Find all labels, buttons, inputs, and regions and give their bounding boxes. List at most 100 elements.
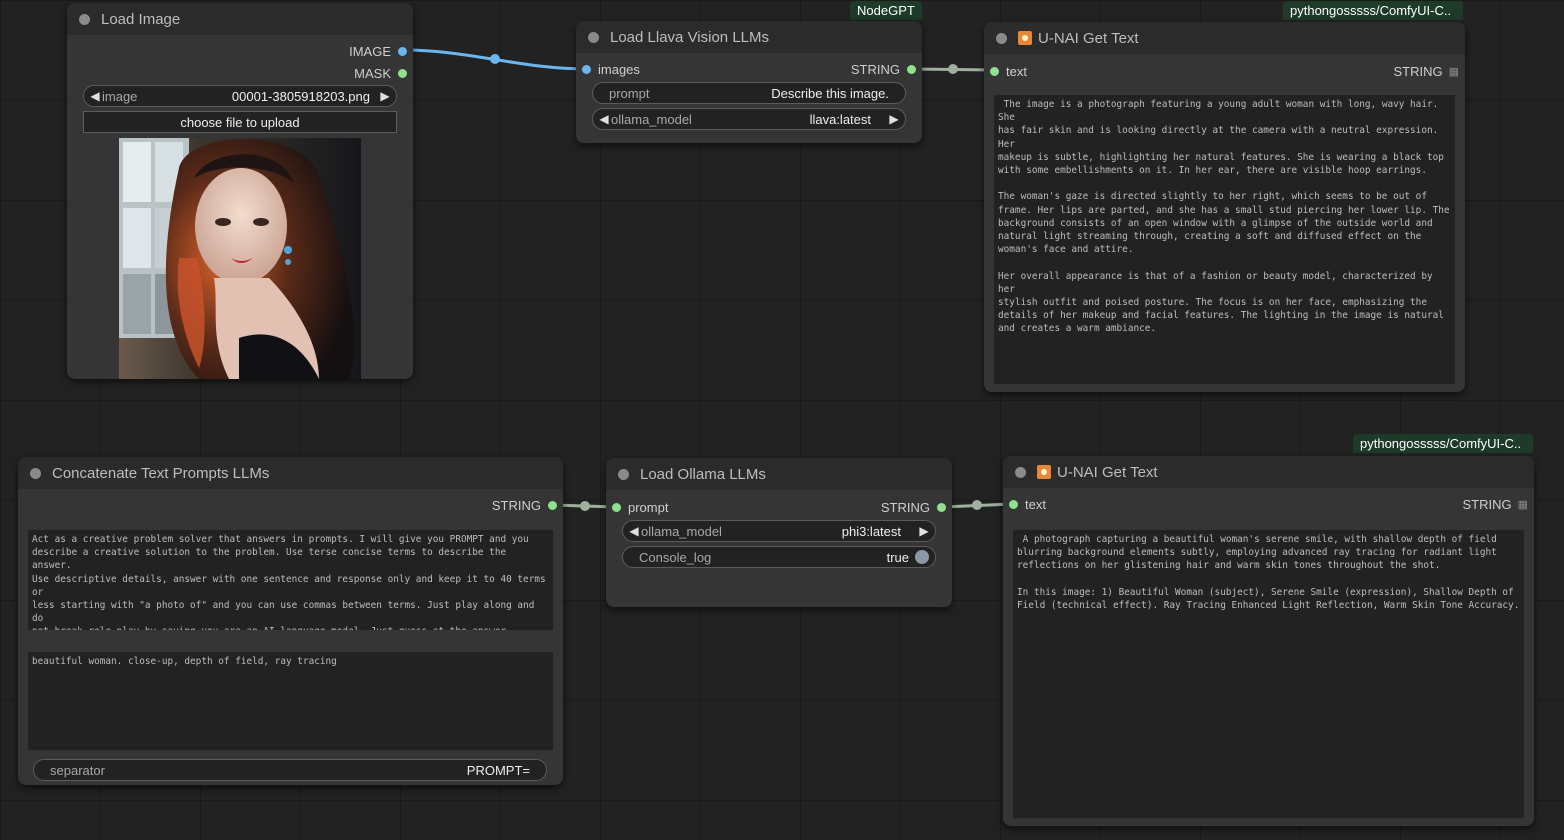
arrow-right-icon[interactable]: ▶ — [887, 112, 901, 126]
node-header[interactable]: U-NAI Get Text — [1003, 456, 1534, 488]
output-string[interactable]: STRING — [851, 60, 916, 78]
widget-label: ollama_model — [641, 523, 722, 539]
arrow-right-icon[interactable]: ▶ — [917, 524, 931, 538]
concat-node[interactable]: Concatenate Text Prompts LLMs STRING Act… — [18, 457, 563, 785]
output-string[interactable]: STRING ▦ — [1462, 495, 1528, 513]
output-label: STRING — [491, 497, 541, 513]
arrow-left-icon[interactable]: ◀ — [597, 112, 611, 126]
input-label: prompt — [628, 499, 669, 515]
output-string[interactable]: STRING ▦ — [1393, 62, 1459, 80]
output-mask[interactable]: MASK — [354, 64, 407, 82]
collapse-dot-icon[interactable] — [79, 13, 90, 25]
get-text-node-2[interactable]: U-NAI Get Text text STRING ▦ A photograp… — [1003, 456, 1534, 826]
concat-to-ollama-wire-midpoint[interactable] — [580, 501, 590, 511]
node-title: Concatenate Text Prompts LLMs — [52, 464, 270, 482]
node-header[interactable]: U-NAI Get Text — [984, 22, 1465, 54]
output-text-area[interactable]: The image is a photograph featuring a yo… — [994, 95, 1455, 384]
widget-value: PROMPT= — [466, 762, 530, 778]
input-label: text — [1006, 63, 1027, 79]
collapse-dot-icon[interactable] — [1015, 466, 1026, 478]
output-label: IMAGE — [349, 43, 391, 59]
widget-label: prompt — [609, 85, 650, 101]
input-slot-icon[interactable] — [1009, 499, 1018, 509]
portrait-image — [119, 138, 361, 379]
widget-value: llava:latest — [809, 111, 871, 127]
collapse-dot-icon[interactable] — [30, 467, 41, 479]
widget-label: ollama_model — [611, 111, 692, 127]
collapse-dot-icon[interactable] — [618, 468, 629, 480]
node-header[interactable]: Load Ollama LLMs — [606, 458, 952, 490]
output-string[interactable]: STRING — [881, 498, 946, 516]
output-label: MASK — [354, 65, 391, 81]
node-title: U-NAI Get Text — [1057, 463, 1158, 481]
input-label: text — [1025, 496, 1046, 512]
input-slot-icon[interactable] — [990, 66, 999, 76]
output-label: STRING — [1462, 496, 1512, 512]
ollama-to-text-wire-midpoint[interactable] — [972, 500, 982, 510]
image-preview — [119, 138, 361, 379]
output-slot-icon[interactable] — [937, 502, 946, 512]
input-slot-icon[interactable] — [582, 64, 591, 74]
input-slot-icon[interactable] — [612, 502, 621, 512]
image-wire[interactable] — [402, 48, 588, 71]
ollama-node[interactable]: Load Ollama LLMs prompt STRING ◀ ollama_… — [606, 458, 952, 607]
node-header[interactable]: Load Image — [67, 3, 413, 35]
output-string[interactable]: STRING — [492, 496, 557, 514]
output-text-area[interactable]: A photograph capturing a beautiful woman… — [1013, 530, 1524, 818]
prompt-text-area[interactable]: beautiful woman. close-up, depth of fiel… — [28, 652, 553, 750]
list-output-icon[interactable]: ▦ — [1449, 65, 1459, 78]
get-text-2-badge: pythongosssss/ComfyUI-C.. — [1353, 434, 1533, 453]
llava-to-text-wire[interactable] — [912, 67, 995, 72]
node-title: Load Llava Vision LLMs — [610, 28, 769, 46]
input-text[interactable]: text — [990, 62, 1027, 80]
input-prompt[interactable]: prompt — [612, 498, 668, 516]
upload-button-label: choose file to upload — [180, 114, 300, 130]
input-label: images — [598, 61, 640, 77]
llava-node[interactable]: Load Llava Vision LLMs images STRING pro… — [576, 21, 922, 143]
output-slot-icon[interactable] — [398, 46, 407, 56]
widget-value: true — [886, 549, 909, 565]
list-output-icon[interactable]: ▦ — [1518, 498, 1528, 511]
get-text-1-badge: pythongosssss/ComfyUI-C.. — [1283, 1, 1463, 20]
output-label: STRING — [880, 499, 930, 515]
arrow-right-icon[interactable]: ▶ — [378, 89, 392, 103]
node-header[interactable]: Concatenate Text Prompts LLMs — [18, 457, 563, 489]
upload-button[interactable]: choose file to upload — [83, 111, 397, 133]
node-title: Load Ollama LLMs — [640, 465, 766, 483]
llava-to-text-wire-midpoint[interactable] — [948, 64, 958, 74]
output-label: STRING — [1393, 63, 1443, 79]
llava-node-badge: NodeGPT — [850, 1, 922, 20]
ollama-model-widget[interactable]: ◀ ollama_model phi3:latest ▶ — [622, 520, 936, 542]
instruction-text-area[interactable]: Act as a creative problem solver that an… — [28, 530, 553, 630]
get-text-node-1[interactable]: U-NAI Get Text text STRING ▦ The image i… — [984, 22, 1465, 392]
collapse-dot-icon[interactable] — [588, 31, 599, 43]
image-wire-midpoint[interactable] — [490, 54, 500, 64]
arrow-left-icon[interactable]: ◀ — [627, 524, 641, 538]
load-image-node[interactable]: Load Image IMAGE MASK ◀ image 00001-3805… — [67, 3, 413, 379]
prompt-widget[interactable]: prompt Describe this image. — [592, 82, 906, 104]
widget-label: image — [102, 88, 138, 104]
widget-label: separator — [50, 762, 105, 778]
output-slot-icon[interactable] — [398, 68, 407, 78]
arrow-left-icon[interactable]: ◀ — [88, 89, 102, 103]
input-images[interactable]: images — [582, 60, 640, 78]
output-label: STRING — [850, 61, 900, 77]
widget-value: Describe this image. — [771, 85, 889, 101]
collapse-dot-icon[interactable] — [996, 32, 1007, 44]
widget-value: phi3:latest — [841, 523, 901, 539]
ollama-model-widget[interactable]: ◀ ollama_model llava:latest ▶ — [592, 108, 906, 130]
node-header[interactable]: Load Llava Vision LLMs — [576, 21, 922, 53]
output-slot-icon[interactable] — [907, 64, 916, 74]
console-log-toggle[interactable]: Console_log true — [622, 546, 936, 568]
node-badge-icon — [1037, 465, 1051, 479]
input-text[interactable]: text — [1009, 495, 1046, 513]
image-combo-widget[interactable]: ◀ image 00001-3805918203.png ▶ — [83, 85, 397, 107]
node-title: Load Image — [101, 10, 181, 28]
output-slot-icon[interactable] — [548, 500, 557, 510]
toggle-knob-icon[interactable] — [915, 550, 929, 564]
separator-widget[interactable]: separator PROMPT= — [33, 759, 547, 781]
widget-value: 00001-3805918203.png — [231, 88, 370, 104]
node-badge-icon — [1018, 31, 1032, 45]
output-image[interactable]: IMAGE — [349, 42, 407, 60]
widget-label: Console_log — [639, 549, 712, 565]
